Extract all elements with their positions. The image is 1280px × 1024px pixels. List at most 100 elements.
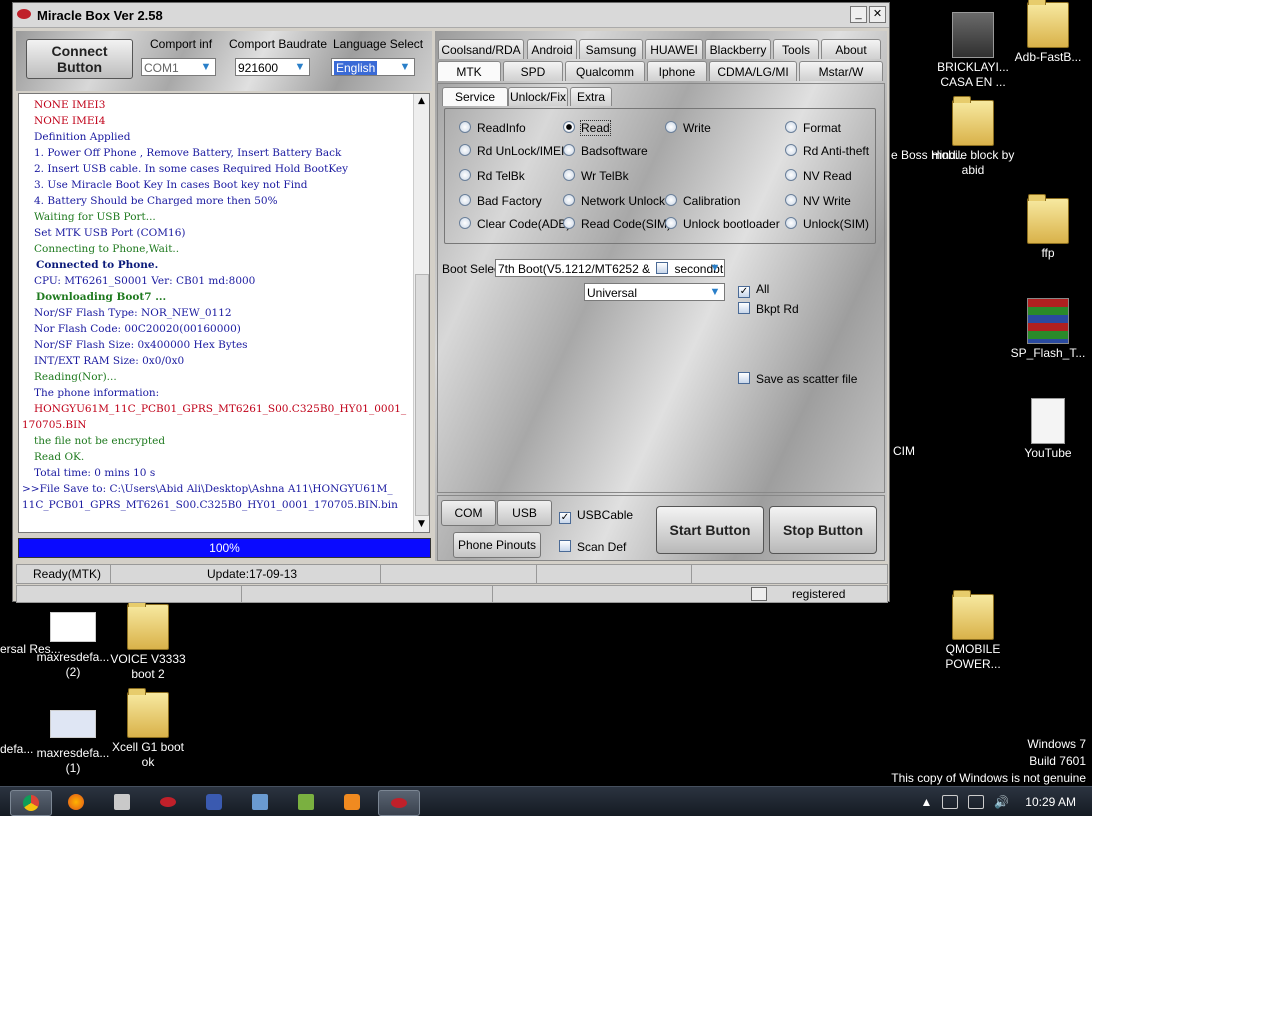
taskbar-miracle-box-button[interactable]: [148, 790, 188, 814]
start-button[interactable]: Start Button: [656, 506, 764, 554]
radio-button-icon: [785, 144, 797, 156]
radio-rd-anti-theft[interactable]: Rd Anti-theft: [785, 144, 869, 158]
desktop-icon-youtube[interactable]: YouTube: [1006, 398, 1090, 461]
scroll-down-arrow-icon[interactable]: ▼: [414, 517, 429, 532]
desktop-icon-ffp[interactable]: ffp: [1006, 194, 1090, 261]
radio-label: Rd UnLock/IMEI: [477, 144, 565, 158]
subtab-service[interactable]: Service: [442, 87, 508, 106]
all-checkbox[interactable]: ✓ All: [738, 282, 769, 298]
radio-button-icon: [459, 144, 471, 156]
radio-rd-unlock-imei[interactable]: Rd UnLock/IMEI: [459, 144, 564, 158]
windows-watermark: Windows 7 Build 7601 This copy of Window…: [891, 736, 1086, 787]
tab-spd[interactable]: SPD: [503, 61, 563, 81]
radio-nv-write[interactable]: NV Write: [785, 194, 851, 208]
desktop-icon-label: maxresdefa... (1): [36, 746, 110, 775]
title-bar[interactable]: Miracle Box Ver 2.58 _ ✕: [13, 3, 889, 28]
clock[interactable]: 10:29 AM: [1025, 795, 1076, 809]
network-icon[interactable]: [968, 795, 985, 809]
taskbar-device-manager-button[interactable]: [102, 790, 142, 814]
minimize-button[interactable]: _: [850, 6, 867, 23]
boot-select[interactable]: 7th Boot(V5.1212/MT6252 & secondbt ▼: [495, 259, 725, 277]
radio-network-unlock[interactable]: Network Unlock: [563, 194, 665, 208]
radio-write[interactable]: Write: [665, 121, 711, 135]
checkbox-box: [738, 302, 750, 314]
radio-read[interactable]: Read: [563, 120, 611, 136]
tab-about[interactable]: About: [821, 39, 881, 59]
tab-tools[interactable]: Tools: [773, 39, 819, 59]
com-scan-button[interactable]: COM Scan: [441, 500, 496, 544]
save-as-scatter-checkbox[interactable]: Save as scatter file: [738, 372, 857, 386]
radio-unlock-bootloader[interactable]: Unlock bootloader: [665, 217, 780, 231]
tab-blackberry[interactable]: Blackberry: [705, 39, 771, 59]
taskbar-utility-button[interactable]: [240, 790, 280, 814]
action-center-icon[interactable]: [942, 795, 959, 809]
radio-format[interactable]: Format: [785, 121, 841, 135]
tab-cdma-lg-mi[interactable]: CDMA/LG/MI: [709, 61, 797, 81]
tab-qualcomm[interactable]: Qualcomm: [565, 61, 645, 81]
taskbar-tool-button[interactable]: [194, 790, 234, 814]
log-scrollbar[interactable]: ▲ ▼: [413, 94, 429, 532]
radio-readinfo[interactable]: ReadInfo: [459, 121, 526, 135]
radio-label: ReadInfo: [477, 121, 526, 135]
taskbar-paint-button[interactable]: [332, 790, 372, 814]
tab-mstar-w[interactable]: Mstar/W: [799, 61, 883, 81]
desktop-icon-qmobile-power[interactable]: QMOBILE POWER...: [931, 590, 1015, 672]
scan-def-checkbox[interactable]: Scan Def: [559, 540, 626, 554]
volume-icon[interactable]: 🔊: [994, 795, 1009, 809]
taskbar-miracle-box-active-button[interactable]: [378, 790, 420, 816]
desktop-icon-mobile-block[interactable]: mobile block by abid: [931, 96, 1015, 178]
log-line: 4. Battery Should be Charged more then 5…: [34, 195, 278, 207]
tab-iphone[interactable]: Iphone: [647, 61, 707, 81]
radio-unlock-sim-[interactable]: Unlock(SIM): [785, 217, 869, 231]
chevron-down-icon: ▼: [709, 286, 721, 298]
usbcable-checkbox[interactable]: ✓ USBCable: [559, 508, 633, 524]
scroll-thumb[interactable]: [415, 274, 429, 516]
folder-icon: [127, 600, 169, 650]
connect-button[interactable]: Connect Button: [26, 39, 133, 79]
radio-wr-telbk[interactable]: Wr TelBk: [563, 169, 629, 183]
radio-label: Calibration: [683, 194, 741, 208]
tab-android[interactable]: Android: [527, 39, 577, 59]
desktop-icon-voice-v3333[interactable]: VOICE V3333 boot 2: [106, 600, 190, 682]
taskbar-flash-tool-button[interactable]: [286, 790, 326, 814]
show-hidden-icons-icon[interactable]: ▲: [920, 795, 932, 809]
bkpt-rd-checkbox[interactable]: Bkpt Rd: [738, 302, 799, 316]
baudrate-select[interactable]: 921600 ▼: [235, 58, 310, 76]
radio-button-icon: [459, 217, 471, 229]
radio-read-code-sim-[interactable]: Read Code(SIM): [563, 217, 671, 231]
radio-label: Wr TelBk: [581, 169, 629, 183]
universal-select[interactable]: Universal ▼: [584, 283, 725, 301]
radio-nv-read[interactable]: NV Read: [785, 169, 852, 183]
tab-huawei[interactable]: HUAWEI: [645, 39, 703, 59]
tab-samsung[interactable]: Samsung: [579, 39, 643, 59]
close-button[interactable]: ✕: [869, 6, 886, 23]
radio-clear-code-adb-[interactable]: Clear Code(ADB): [459, 217, 570, 231]
usb-scan-button[interactable]: USB Scan: [497, 500, 552, 544]
tab-coolsand-rda[interactable]: Coolsand/RDA: [438, 39, 524, 59]
radio-badsoftware[interactable]: Badsoftware: [563, 144, 648, 158]
desktop-icon-sp-flash-tool[interactable]: SP_Flash_T...: [1006, 298, 1090, 361]
winrar-archive-icon: [1027, 298, 1069, 344]
language-select[interactable]: English ▼: [331, 58, 415, 76]
scroll-up-arrow-icon[interactable]: ▲: [414, 94, 429, 109]
radio-calibration[interactable]: Calibration: [665, 194, 740, 208]
taskbar-chrome-button[interactable]: [10, 790, 52, 816]
radio-bad-factory[interactable]: Bad Factory: [459, 194, 542, 208]
checkbox-box: [559, 540, 571, 552]
desktop-icon-maxresdefault-1[interactable]: maxresdefa... (1): [31, 706, 115, 776]
radio-rd-telbk[interactable]: Rd TelBk: [459, 169, 525, 183]
taskbar-firefox-button[interactable]: [56, 790, 96, 814]
desktop-icon-bricklaying[interactable]: BRICKLAYI... CASA EN ...: [931, 12, 1015, 90]
log-output[interactable]: NONE IMEI3 NONE IMEI4 Definition Applied 1.…: [18, 93, 430, 533]
desktop-icon-adb-fastboot[interactable]: Adb-FastB...: [1006, 0, 1090, 65]
stop-button[interactable]: Stop Button: [769, 506, 877, 554]
tab-mtk[interactable]: MTK: [437, 61, 501, 81]
log-line: HONGYU61M_11C_PCB01_GPRS_MT6261_S00.C325…: [34, 403, 407, 415]
desktop-icon-xcell-g1[interactable]: Xcell G1 boot ok: [106, 688, 190, 770]
log-line: INT/EXT RAM Size: 0x0/0x0: [34, 355, 185, 367]
phone-pinouts-button[interactable]: Phone Pinouts: [453, 532, 541, 558]
comport-select[interactable]: COM1 ▼: [141, 58, 216, 76]
subtab-unlock-fix[interactable]: Unlock/Fix: [508, 87, 568, 106]
subtab-extra[interactable]: Extra: [570, 87, 612, 106]
baudrate-value: 921600: [238, 61, 279, 75]
